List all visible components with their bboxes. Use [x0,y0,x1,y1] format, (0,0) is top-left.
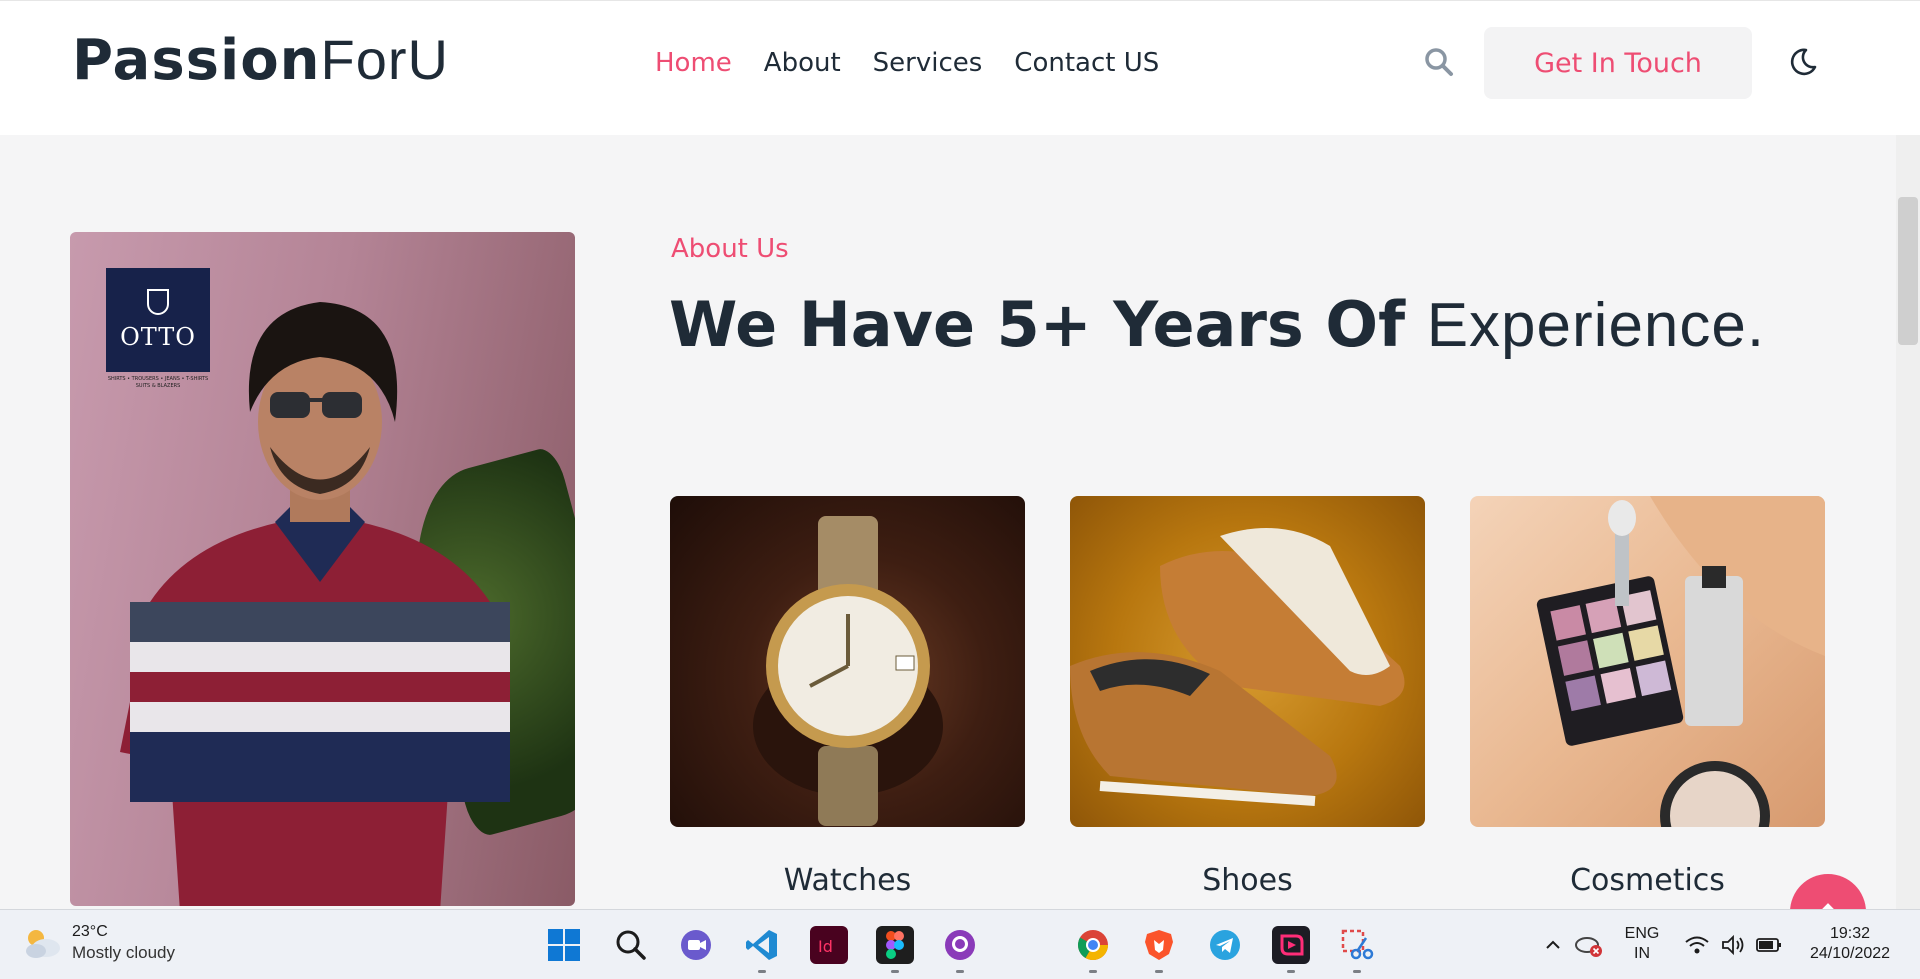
vscode-icon[interactable] [743,926,781,964]
chrome-icon[interactable] [1074,926,1112,964]
taskbar-search-icon[interactable] [612,926,650,964]
vscode-running-indicator [758,970,766,973]
language-code: ENG [1624,925,1660,942]
windows-taskbar: 23°C Mostly cloudy Id ENG IN 19:32 24/10… [0,909,1920,979]
brand-tagline: SHIRTS • TROUSERS • JEANS • T-SHIRTS SUI… [107,376,209,389]
language-indicator[interactable]: ENG IN [1618,924,1666,964]
watch-card-image[interactable] [670,496,1025,827]
site-header: PassionForU Home About Services Contact … [0,0,1920,135]
section-label: About Us [671,234,789,264]
figma-icon[interactable] [876,926,914,964]
brand-name: OTTO [120,323,196,351]
shield-icon [147,289,169,315]
brave-icon[interactable] [1140,926,1178,964]
clock-time: 19:32 [1829,925,1871,942]
app-pink-icon[interactable] [1272,926,1310,964]
section-heading: We Have 5+ Years Of Experience. [669,285,1765,366]
cosmetics-image [1536,496,1825,827]
get-in-touch-button[interactable]: Get In Touch [1484,27,1752,99]
clock-date: 24/10/2022 [1809,945,1891,962]
teams-chat-icon[interactable] [677,926,715,964]
logo-bold-text: Passion [72,28,321,93]
cosmetics-card-image[interactable] [1470,496,1825,827]
wifi-icon[interactable] [1680,926,1714,964]
clock[interactable]: 19:32 24/10/2022 [1800,924,1900,964]
nav-about[interactable]: About [764,45,841,81]
snipping-tool-icon[interactable] [1338,926,1376,964]
battery-icon[interactable] [1752,926,1786,964]
partly-cloudy-icon [26,930,60,958]
scrollbar-thumb[interactable] [1898,197,1918,345]
heading-bold-part: We Have 5+ Years Of [669,288,1406,361]
moon-icon[interactable] [1786,45,1820,79]
nav-contact[interactable]: Contact US [1014,45,1159,81]
hero-model-image: OTTO SHIRTS • TROUSERS • JEANS • T-SHIRT… [70,232,575,906]
github-running-indicator [956,970,964,973]
snipping-tool-running-indicator [1353,970,1361,973]
weather-description: Mostly cloudy [72,943,175,962]
watches-label[interactable]: Watches [670,863,1025,898]
weather-widget[interactable]: 23°C Mostly cloudy [22,922,175,964]
heading-light-part: Experience. [1426,291,1766,360]
shoes-image [1070,528,1405,806]
indesign-icon[interactable]: Id [810,926,848,964]
figma-running-indicator [891,970,899,973]
chrome-running-indicator [1089,970,1097,973]
onedrive-error-icon[interactable] [1572,926,1606,964]
volume-icon[interactable] [1716,926,1750,964]
chevron-up-tray-icon[interactable] [1536,926,1570,964]
site-logo[interactable]: PassionForU [72,25,449,96]
shoes-label[interactable]: Shoes [1070,863,1425,898]
shoes-card-image[interactable] [1070,496,1425,827]
windows-start-icon[interactable] [545,926,583,964]
main-nav: Home About Services Contact US [655,45,1159,81]
github-desktop-icon[interactable] [941,926,979,964]
otto-brand-logo: OTTO [106,268,210,372]
search-icon[interactable] [1422,45,1456,79]
nav-services[interactable]: Services [873,45,983,81]
brave-running-indicator [1155,970,1163,973]
app-pink-running-indicator [1287,970,1295,973]
region-code: IN [1634,945,1650,962]
nav-home[interactable]: Home [655,45,732,81]
page-scrollbar[interactable] [1896,135,1920,909]
weather-temperature: 23°C [72,923,108,940]
cosmetics-label[interactable]: Cosmetics [1470,863,1825,898]
svg-text:Id: Id [818,937,833,956]
logo-thin-text: ForU [320,28,449,91]
watch-image [753,516,943,826]
telegram-icon[interactable] [1206,926,1244,964]
